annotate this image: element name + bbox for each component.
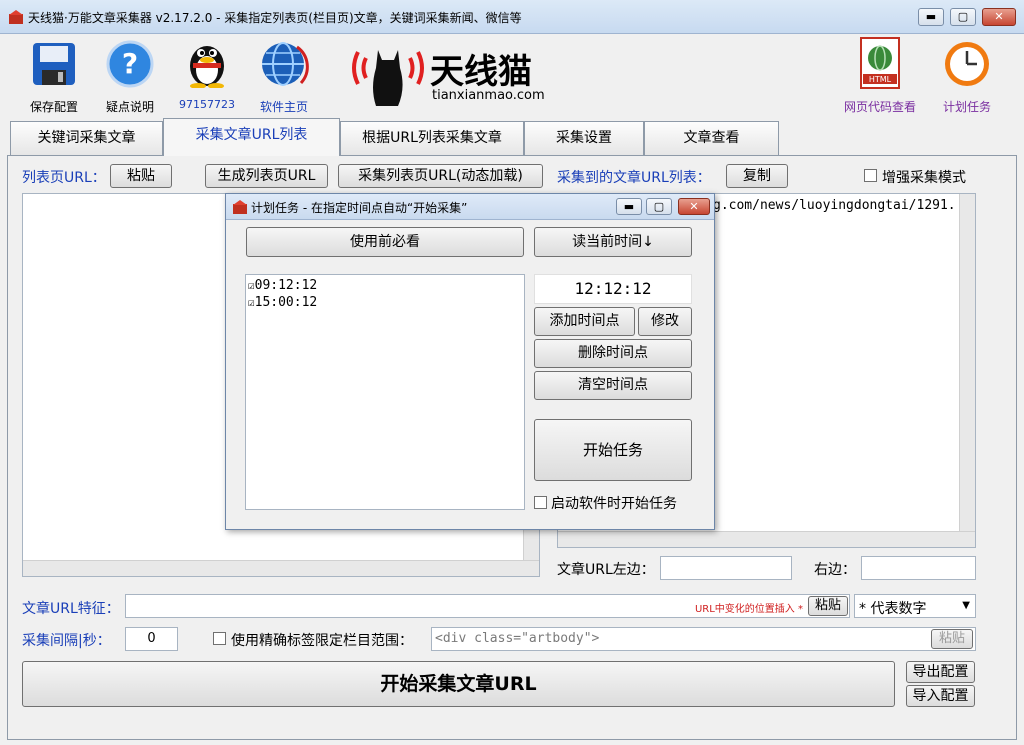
modify-time-button[interactable]: 修改 xyxy=(638,307,692,336)
tab-collect-url-list[interactable]: 采集文章URL列表 xyxy=(163,118,340,156)
maximize-button[interactable]: ▢ xyxy=(950,8,976,26)
brand-name: 天线猫 xyxy=(430,52,532,92)
svg-text:HTML: HTML xyxy=(869,75,892,84)
save-disk-icon xyxy=(33,43,75,85)
precise-paste-button[interactable]: 粘贴 xyxy=(931,629,973,649)
html-viewer-button[interactable]: HTML 网页代码查看 xyxy=(838,36,922,116)
tab-collect-by-url-list[interactable]: 根据URL列表采集文章 xyxy=(340,121,524,155)
minimize-button[interactable]: ▬ xyxy=(918,8,944,26)
dialog-title-bar: 计划任务 - 在指定时间点自动“开始采集” ▬ ▢ ✕ xyxy=(226,194,714,220)
dialog-title: 计划任务 - 在指定时间点自动“开始采集” xyxy=(251,201,468,215)
help-label: 疑点说明 xyxy=(105,100,154,114)
url-left-input[interactable] xyxy=(660,556,792,580)
autostart-label: 启动软件时开始任务 xyxy=(551,496,677,512)
collected-url-list-label: 采集到的文章URL列表： xyxy=(557,170,711,186)
window-title: 天线猫·万能文章采集器 v2.17.2.0 - 采集指定列表页(栏目页)文章，关… xyxy=(28,11,522,25)
schedule-dialog: 计划任务 - 在指定时间点自动“开始采集” ▬ ▢ ✕ 使用前必看 读当前时间↓… xyxy=(225,193,715,530)
brand-domain: tianxianmao.com xyxy=(432,88,545,103)
list-url-label: 列表页URL： xyxy=(22,170,106,186)
chevron-down-icon: ▼ xyxy=(962,600,970,611)
html-file-icon: HTML xyxy=(860,37,900,89)
start-collect-url-button[interactable]: 开始采集文章URL xyxy=(22,661,895,707)
feature-select-value: * 代表数字 xyxy=(859,601,927,617)
url-list-hscrollbar[interactable] xyxy=(558,531,975,547)
current-time-display[interactable]: 12:12:12 xyxy=(534,274,692,304)
help-question-icon: ? xyxy=(106,40,154,88)
feature-select[interactable]: * 代表数字 ▼ xyxy=(854,594,976,618)
save-config-button[interactable]: 保存配置 xyxy=(22,36,86,116)
time-list[interactable]: ☑09:12:12 ☑15:00:12 xyxy=(245,274,525,510)
dialog-maximize-button[interactable]: ▢ xyxy=(646,198,672,215)
autostart-checkbox[interactable] xyxy=(534,496,547,513)
schedule-button[interactable]: 计划任务 xyxy=(934,36,1000,116)
html-viewer-label: 网页代码查看 xyxy=(843,100,916,114)
list-url-hscrollbar[interactable] xyxy=(23,560,539,576)
qq-number-label: 97157723 xyxy=(179,98,235,111)
precise-tag-placeholder: <div class="artbody"> xyxy=(435,631,600,646)
schedule-label: 计划任务 xyxy=(942,100,991,114)
dialog-close-button[interactable]: ✕ xyxy=(678,198,710,215)
feature-paste-button[interactable]: 粘贴 xyxy=(808,596,848,616)
url-list-item: g.com/news/luoyingdongtai/1291. xyxy=(713,198,956,213)
globe-icon xyxy=(262,42,309,86)
enhance-mode-label: 增强采集模式 xyxy=(882,170,966,186)
title-bar: 天线猫·万能文章采集器 v2.17.2.0 - 采集指定列表页(栏目页)文章，关… xyxy=(0,0,1024,34)
url-feature-input[interactable]: URL中变化的位置插入 * xyxy=(125,594,850,618)
clear-time-button[interactable]: 清空时间点 xyxy=(534,371,692,400)
import-config-button[interactable]: 导入配置 xyxy=(906,685,975,707)
close-button[interactable]: ✕ xyxy=(982,8,1016,26)
brand-logo: 天线猫 tianxianmao.com xyxy=(348,38,548,108)
precise-tag-checkbox[interactable] xyxy=(213,632,226,649)
collect-dynamic-button[interactable]: 采集列表页URL(动态加载) xyxy=(338,164,543,188)
export-config-button[interactable]: 导出配置 xyxy=(906,661,975,683)
dialog-app-icon xyxy=(233,200,247,214)
time-list-item[interactable]: ☑15:00:12 xyxy=(248,295,317,310)
url-right-input[interactable] xyxy=(861,556,976,580)
tab-article-view[interactable]: 文章查看 xyxy=(644,121,779,155)
interval-label: 采集间隔|秒： xyxy=(22,633,111,649)
start-task-button[interactable]: 开始任务 xyxy=(534,419,692,481)
add-time-button[interactable]: 添加时间点 xyxy=(534,307,635,336)
url-right-label: 右边： xyxy=(814,562,856,578)
insert-hint: URL中变化的位置插入 * xyxy=(694,604,803,615)
save-config-label: 保存配置 xyxy=(29,100,78,114)
read-current-time-button[interactable]: 读当前时间↓ xyxy=(534,227,692,257)
time-list-item[interactable]: ☑09:12:12 xyxy=(248,278,317,293)
must-read-button[interactable]: 使用前必看 xyxy=(246,227,524,257)
cat-antenna-logo-icon xyxy=(352,50,424,106)
precise-tag-label: 使用精确标签限定栏目范围： xyxy=(231,633,413,649)
enhance-mode-checkbox[interactable] xyxy=(864,169,877,186)
precise-tag-input[interactable]: <div class="artbody"> xyxy=(431,627,976,651)
app-icon xyxy=(9,10,23,24)
copy-button[interactable]: 复制 xyxy=(726,164,788,188)
url-feature-label: 文章URL特征： xyxy=(22,601,120,617)
dialog-minimize-button[interactable]: ▬ xyxy=(616,198,642,215)
qq-button[interactable]: 97157723 xyxy=(174,36,240,116)
generate-list-url-button[interactable]: 生成列表页URL xyxy=(205,164,328,188)
homepage-label: 软件主页 xyxy=(259,100,308,114)
help-button[interactable]: ? 疑点说明 xyxy=(98,36,162,116)
checked-icon: ☑ xyxy=(248,279,255,292)
list-url-paste-button[interactable]: 粘贴 xyxy=(110,164,172,188)
qq-penguin-icon xyxy=(190,46,224,89)
tab-keyword-collect[interactable]: 关键词采集文章 xyxy=(10,121,163,155)
url-left-label: 文章URL左边： xyxy=(557,562,655,578)
svg-text:?: ? xyxy=(122,47,138,80)
checked-icon: ☑ xyxy=(248,296,255,309)
clock-icon xyxy=(945,42,989,86)
url-list-vscrollbar[interactable] xyxy=(959,194,975,531)
delete-time-button[interactable]: 删除时间点 xyxy=(534,339,692,368)
tab-collect-settings[interactable]: 采集设置 xyxy=(524,121,644,155)
interval-input[interactable]: 0 xyxy=(125,627,178,651)
homepage-button[interactable]: 软件主页 xyxy=(251,36,317,116)
